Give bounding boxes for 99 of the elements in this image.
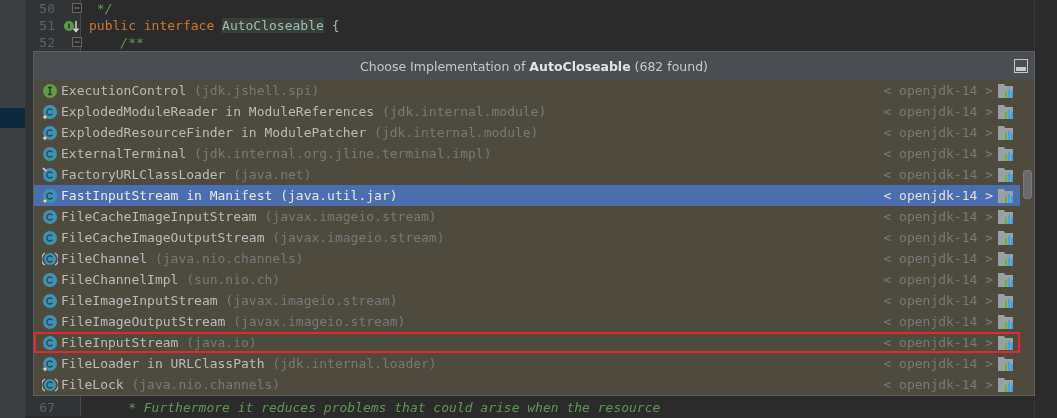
implementation-row[interactable]: FileLock (java.nio.channels) < openjdk-14 > xyxy=(34,374,1020,395)
implementation-row[interactable]: FileInputStream (java.io) < openjdk-14 > xyxy=(34,332,1020,353)
package-name: (java.nio.channels) xyxy=(153,251,304,266)
library-icon xyxy=(998,208,1014,225)
class-name: FastInputStream in Manifest xyxy=(61,188,273,203)
library-name: < openjdk-14 > xyxy=(883,272,993,287)
library-name: < openjdk-14 > xyxy=(883,125,993,140)
library-name: < openjdk-14 > xyxy=(883,83,993,98)
class-icon xyxy=(42,292,58,309)
class-icon xyxy=(42,166,58,183)
package-name: (jdk.internal.module) xyxy=(373,125,539,140)
class-icon xyxy=(42,271,58,288)
implementation-row[interactable]: FileImageOutputStream (javax.imageio.stream) < openjdk-14 > xyxy=(34,311,1020,332)
abstract-class-icon xyxy=(42,250,58,267)
library-name: < openjdk-14 > xyxy=(883,209,993,224)
class-name: FileChannelImpl xyxy=(61,272,179,287)
library-icon xyxy=(998,229,1014,246)
library-name: < openjdk-14 > xyxy=(883,230,993,245)
implementation-row[interactable]: FastInputStream in Manifest (java.util.jar) < openjdk-14 > xyxy=(34,185,1020,206)
popup-title: Choose Implementation of AutoCloseable (682 found) xyxy=(360,58,708,74)
interface-icon xyxy=(42,82,58,99)
library-name: < openjdk-14 > xyxy=(883,356,993,371)
library-icon xyxy=(998,292,1014,309)
package-name: (javax.imageio.stream) xyxy=(271,230,445,245)
implementation-row[interactable]: FileLoader in URLClassPath (jdk.internal.loader) < openjdk-14 > xyxy=(34,353,1020,374)
class-name: ExplodedResourceFinder in ModulePatcher xyxy=(61,125,367,140)
class-icon xyxy=(42,124,58,141)
abstract-class-icon xyxy=(42,376,58,393)
library-name: < openjdk-14 > xyxy=(883,167,993,182)
class-name: FileCacheImageOutputStream xyxy=(61,230,265,245)
package-name: (java.io) xyxy=(185,335,257,350)
class-name: FileImageOutputStream xyxy=(61,314,226,329)
implementation-row[interactable]: FileImageInputStream (javax.imageio.stream) < openjdk-14 > xyxy=(34,290,1020,311)
library-name: < openjdk-14 > xyxy=(883,146,993,161)
library-icon xyxy=(998,334,1014,351)
library-icon xyxy=(998,124,1014,141)
class-name: FactoryURLClassLoader xyxy=(61,167,226,182)
class-icon xyxy=(42,313,58,330)
library-name: < openjdk-14 > xyxy=(883,293,993,308)
package-name: (java.nio.channels) xyxy=(130,377,281,392)
pin-icon[interactable] xyxy=(1014,59,1028,73)
class-name: FileLock xyxy=(61,377,124,392)
code-line: */ xyxy=(80,0,113,17)
class-name: FileCacheImageInputStream xyxy=(61,209,257,224)
library-icon xyxy=(998,82,1014,99)
implementation-row[interactable]: ExecutionControl (jdk.jshell.spi) < openjdk-14 > xyxy=(34,80,1020,101)
implementation-row[interactable]: ExplodedModuleReader in ModuleReferences (jdk.internal.module) < openjdk-14 > xyxy=(34,101,1020,122)
implementation-row[interactable]: FileChannelImpl (sun.nio.ch) < openjdk-14 > xyxy=(34,269,1020,290)
library-name: < openjdk-14 > xyxy=(883,314,993,329)
code-line: public interface AutoCloseable { xyxy=(80,17,340,34)
class-icon xyxy=(42,187,58,204)
library-name: < openjdk-14 > xyxy=(883,335,993,350)
class-name: ExternalTerminal xyxy=(61,146,187,161)
package-name: (jdk.internal.org.jline.terminal.impl) xyxy=(193,146,492,161)
class-name: FileImageInputStream xyxy=(61,293,218,308)
implementation-row[interactable]: ExplodedResourceFinder in ModulePatcher (jdk.internal.module) < openjdk-14 > xyxy=(34,122,1020,143)
class-name: FileChannel xyxy=(61,251,148,266)
library-name: < openjdk-14 > xyxy=(883,377,993,392)
package-name: (javax.imageio.stream) xyxy=(263,209,437,224)
package-name: (jdk.internal.module) xyxy=(380,104,547,119)
class-icon xyxy=(42,208,58,225)
package-name: (java.net) xyxy=(232,167,312,182)
library-icon xyxy=(998,166,1014,183)
library-icon xyxy=(998,103,1014,120)
package-name: (jdk.internal.loader) xyxy=(271,356,437,371)
implementation-row[interactable]: FactoryURLClassLoader (java.net) < openjdk-14 > xyxy=(34,164,1020,185)
library-icon xyxy=(998,187,1014,204)
scrollbar-thumb[interactable] xyxy=(1023,170,1032,199)
library-icon xyxy=(998,313,1014,330)
package-name: (javax.imageio.stream) xyxy=(224,293,398,308)
library-name: < openjdk-14 > xyxy=(883,104,993,119)
class-name: ExplodedModuleReader in ModuleReferences xyxy=(61,104,375,119)
class-icon xyxy=(42,145,58,162)
class-icon xyxy=(42,355,58,372)
implementation-row[interactable]: FileChannel (java.nio.channels) < openjdk-14 > xyxy=(34,248,1020,269)
implementation-row[interactable]: ExternalTerminal (jdk.internal.org.jline.terminal.impl) < openjdk-14 > xyxy=(34,143,1020,164)
package-name: (sun.nio.ch) xyxy=(185,272,281,287)
implementation-row[interactable]: FileCacheImageOutputStream (javax.imageio.stream) < openjdk-14 > xyxy=(34,227,1020,248)
class-icon xyxy=(42,103,58,120)
class-name: ExecutionControl xyxy=(61,83,187,98)
code-line: * Furthermore it reduces problems that could arise when the resource xyxy=(80,399,661,416)
class-name: FileInputStream xyxy=(61,335,179,350)
library-name: < openjdk-14 > xyxy=(883,188,993,203)
library-icon xyxy=(998,376,1014,393)
library-icon xyxy=(998,145,1014,162)
package-name: (javax.imageio.stream) xyxy=(232,314,406,329)
library-name: < openjdk-14 > xyxy=(883,251,993,266)
fold-icon[interactable] xyxy=(72,3,82,13)
fold-icon[interactable] xyxy=(72,37,82,47)
class-icon xyxy=(42,229,58,246)
implemented-marker-icon xyxy=(63,18,80,33)
package-name: (java.util.jar) xyxy=(279,188,398,203)
library-icon xyxy=(998,271,1014,288)
library-icon xyxy=(998,355,1014,372)
class-icon xyxy=(42,334,58,351)
class-name: FileLoader in URLClassPath xyxy=(61,356,265,371)
implementation-row[interactable]: FileCacheImageInputStream (javax.imageio.stream) < openjdk-14 > xyxy=(34,206,1020,227)
package-name: (jdk.jshell.spi) xyxy=(193,83,320,98)
library-icon xyxy=(998,250,1014,267)
